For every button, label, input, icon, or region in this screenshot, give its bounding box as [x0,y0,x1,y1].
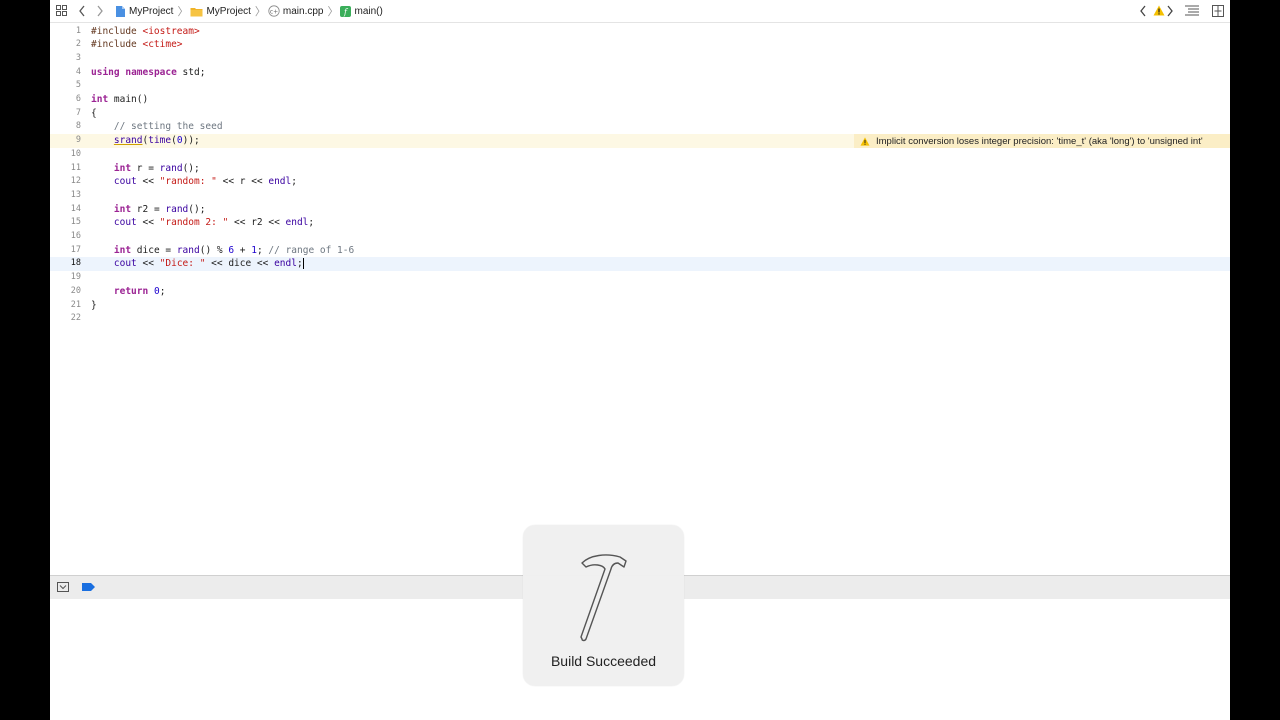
chevron-right-icon[interactable] [95,4,105,18]
breakpoint-toggle-icon[interactable] [82,583,95,591]
code-editor[interactable]: 1 #include <iostream> 2 #include <ctime>… [50,23,1230,575]
code-line: 22 [50,312,1230,326]
breadcrumb-separator: 〉 [254,6,266,18]
code-text: #include <iostream> [91,25,200,37]
svg-text:c+: c+ [270,8,278,15]
line-number: 17 [70,244,81,255]
line-number: 11 [70,162,81,173]
line-number: 14 [70,203,81,214]
warning-icon [860,137,870,146]
code-text: return 0; [113,285,166,297]
line-number: 9 [75,135,81,146]
code-text: cout << "random: " << r << endl; [113,176,297,188]
breadcrumb-folder-label: MyProject [206,5,251,17]
breadcrumb-function[interactable]: f main() [340,5,383,17]
breadcrumb: MyProject 〉 MyProject 〉 c+ main.cpp 〉 f … [115,0,385,22]
jump-bar: MyProject 〉 MyProject 〉 c+ main.cpp 〉 f … [50,0,1230,23]
code-line: 1 #include <iostream> [50,25,1230,39]
code-line: 5 [50,79,1230,93]
line-number: 19 [70,272,81,283]
breadcrumb-separator: 〉 [327,6,339,18]
related-items-grid-icon[interactable] [56,5,67,16]
folder-icon [190,7,203,16]
code-text: cout << "random 2: " << r2 << endl; [113,217,315,229]
editor-options-icon[interactable] [1185,5,1199,17]
code-line: 2 #include <ctime> [50,38,1230,52]
inline-warning-banner[interactable]: Implicit conversion loses integer precis… [854,134,1230,149]
code-line: 15 cout << "random 2: " << r2 << endl; [50,216,1230,230]
code-line: 19 [50,271,1230,285]
code-line: 11 int r = rand(); [50,162,1230,176]
line-number: 10 [70,148,81,159]
line-number: 2 [75,39,81,50]
build-status-hud: Build Succeeded [523,525,684,686]
line-number: 13 [70,189,81,200]
line-number: 22 [70,313,81,324]
breadcrumb-file-label: main.cpp [282,5,324,17]
build-status-label: Build Succeeded [550,653,657,669]
code-text: int dice = rand() % 6 + 1; // range of 1… [113,244,355,256]
code-text: using namespace std; [91,66,206,78]
code-line: 8 // setting the seed [50,120,1230,134]
line-number: 12 [70,176,81,187]
code-line: 20 return 0; [50,285,1230,299]
code-line: 3 [50,52,1230,66]
breadcrumb-folder[interactable]: MyProject [190,5,251,17]
line-number: 3 [75,52,81,63]
code-text: { [91,107,97,119]
issue-next-chevron-icon[interactable] [1166,4,1174,18]
breadcrumb-project[interactable]: MyProject [115,5,173,18]
line-number: 8 [75,121,81,132]
function-icon: f [340,5,352,17]
code-line: 14 int r2 = rand(); [50,203,1230,217]
line-number: 15 [70,217,81,228]
xcode-window: MyProject 〉 MyProject 〉 c+ main.cpp 〉 f … [50,0,1230,720]
issue-prev-chevron-icon[interactable] [1139,4,1147,18]
hammer-icon [579,554,627,642]
line-number: 4 [75,66,81,77]
code-text: cout << "Dice: " << dice << endl; [113,258,304,270]
code-text: int r2 = rand(); [113,203,206,215]
line-number: 6 [75,94,81,104]
code-text: int main() [91,94,149,105]
code-line: 6 int main() [50,93,1230,107]
hide-debug-area-icon[interactable] [57,582,69,592]
code-text: #include <ctime> [91,39,183,51]
split-editor-icon[interactable] [1212,5,1224,17]
project-file-icon [116,5,125,17]
code-text: } [91,299,97,311]
code-comment: // setting the seed [91,121,223,133]
code-line: 7 { [50,107,1230,121]
code-line: 4 using namespace std; [50,66,1230,80]
code-line: 10 [50,148,1230,162]
warning-message: Implicit conversion loses integer precis… [876,135,1203,147]
breadcrumb-project-label: MyProject [129,5,174,17]
line-number: 16 [70,231,81,241]
breadcrumb-separator: 〉 [177,6,189,18]
line-number: 5 [75,80,81,91]
breadcrumb-file[interactable]: c+ main.cpp [268,5,324,17]
line-number: 7 [75,107,81,118]
code-line-current: 18 cout << "Dice: " << dice << endl; [50,257,1230,272]
line-number: 21 [70,299,81,310]
warning-icon[interactable] [1153,5,1165,16]
code-text: int r = rand(); [113,162,200,174]
code-line: 12 cout << "random: " << r << endl; [50,175,1230,189]
text-caret [302,258,304,270]
cpp-file-icon: c+ [268,5,280,17]
code-text: srand(time(0)); [113,135,200,147]
breadcrumb-function-label: main() [354,5,383,17]
line-number: 20 [70,285,81,296]
code-line: 17 int dice = rand() % 6 + 1; // range o… [50,244,1230,258]
code-line: 13 [50,189,1230,203]
chevron-left-icon[interactable] [77,4,87,18]
line-number: 1 [75,25,81,36]
code-line: 21 } [50,299,1230,313]
line-number: 18 [70,258,81,269]
code-line: 16 [50,230,1230,244]
